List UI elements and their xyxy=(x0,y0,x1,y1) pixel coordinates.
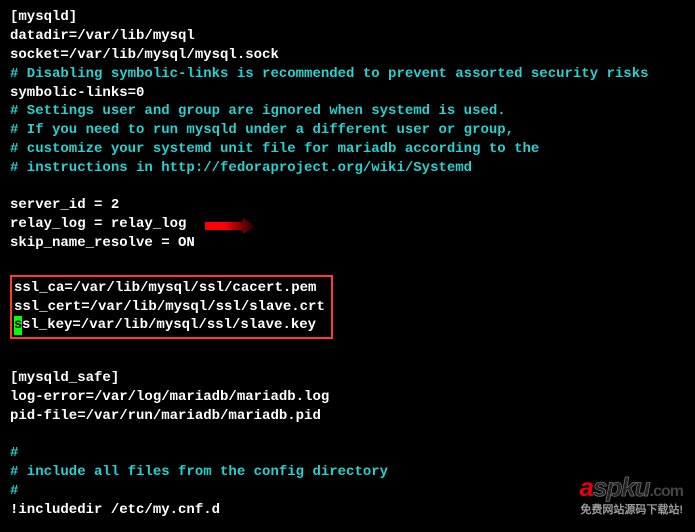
comment-settings: # Settings user and group are ignored wh… xyxy=(10,102,685,121)
config-socket: socket=/var/lib/mysql/mysql.sock xyxy=(10,46,685,65)
watermark-logo: aspku.com xyxy=(580,470,684,505)
comment-customize: # customize your systemd unit file for m… xyxy=(10,140,685,159)
blank-line xyxy=(10,426,685,444)
comment-disable-symlinks: # Disabling symbolic-links is recommende… xyxy=(10,65,685,84)
config-skip-name-resolve: skip_name_resolve = ON xyxy=(10,234,685,253)
comment-hash: # xyxy=(10,444,685,463)
cursor: s xyxy=(14,316,22,335)
comment-if-you-need: # If you need to run mysqld under a diff… xyxy=(10,121,685,140)
config-log-error: log-error=/var/log/mariadb/mariadb.log xyxy=(10,388,685,407)
config-datadir: datadir=/var/lib/mysql xyxy=(10,27,685,46)
config-server-id: server_id = 2 xyxy=(10,196,685,215)
config-ssl-ca: ssl_ca=/var/lib/mysql/ssl/cacert.pem xyxy=(14,279,325,298)
highlighted-ssl-block: ssl_ca=/var/lib/mysql/ssl/cacert.pem ssl… xyxy=(10,275,333,340)
blank-line xyxy=(10,253,685,271)
arrow-annotation-icon xyxy=(205,218,255,234)
config-pid-file: pid-file=/var/run/mariadb/mariadb.pid xyxy=(10,407,685,426)
section-header-mysqld-safe: [mysqld_safe] xyxy=(10,369,685,388)
comment-instructions: # instructions in http://fedoraproject.o… xyxy=(10,159,685,178)
config-ssl-key-text: sl_key=/var/lib/mysql/ssl/slave.key xyxy=(22,317,316,333)
blank-line xyxy=(10,343,685,369)
config-ssl-cert: ssl_cert=/var/lib/mysql/ssl/slave.crt xyxy=(14,298,325,317)
config-relay-log: relay_log = relay_log xyxy=(10,215,685,234)
watermark-subtitle: 免费网站源码下载站! xyxy=(580,503,684,518)
blank-line xyxy=(10,178,685,196)
config-symbolic-links: symbolic-links=0 xyxy=(10,84,685,103)
config-ssl-key: ssl_key=/var/lib/mysql/ssl/slave.key xyxy=(14,316,325,335)
watermark: aspku.com 免费网站源码下载站! xyxy=(580,470,684,518)
section-header-mysqld: [mysqld] xyxy=(10,8,685,27)
